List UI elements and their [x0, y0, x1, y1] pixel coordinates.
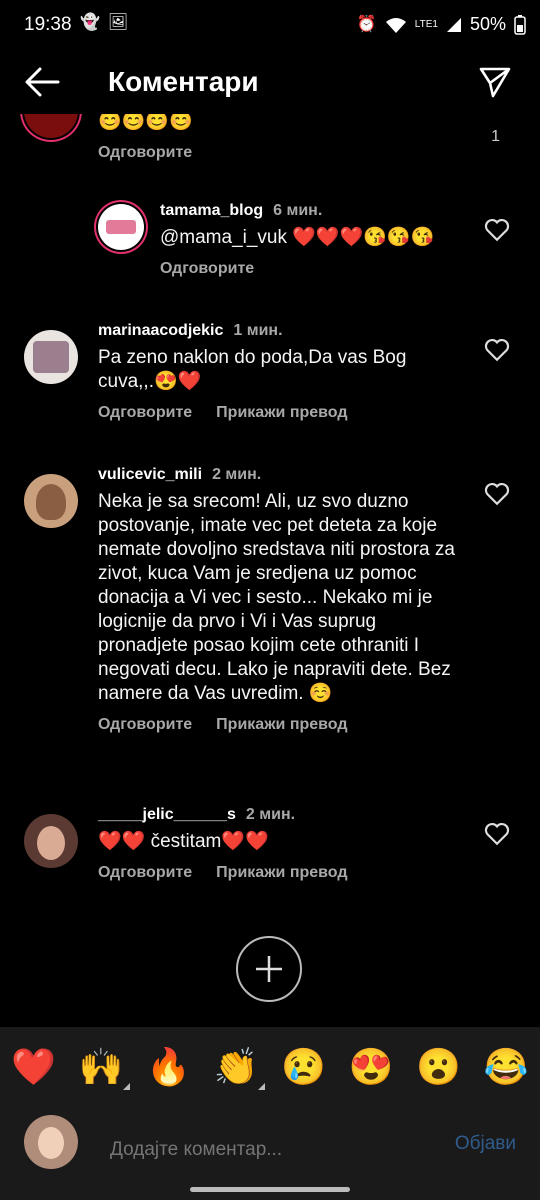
post-button[interactable]: Објави	[455, 1133, 516, 1155]
load-more-button[interactable]	[236, 936, 302, 1002]
user-avatar	[24, 1115, 78, 1169]
avatar[interactable]	[24, 474, 78, 528]
avatar[interactable]	[24, 330, 78, 384]
crown-logo-icon	[106, 220, 136, 234]
emoji-reaction-bar: ❤️ 🙌 🔥 👏 😢 😍 😮 😂	[0, 1027, 540, 1107]
comment-username[interactable]: vulicevic_mili	[98, 466, 202, 483]
network-label: LTE1	[414, 19, 438, 30]
gallery-icon: 🖼	[107, 14, 129, 31]
comment-time: 6 мин.	[273, 202, 323, 219]
translate-button[interactable]: Прикажи превод	[216, 864, 347, 882]
comments-list: 😊😊😊😊 Одговорите 1 tamama_blog 6 мин. @mam…	[0, 114, 540, 1024]
alarm-icon: ⏰	[356, 15, 377, 33]
wifi-icon	[385, 17, 406, 33]
emoji-heart-eyes-button[interactable]: 😍	[346, 1046, 396, 1088]
heart-icon[interactable]	[484, 338, 510, 362]
emoji-raised-hands-icon: 🙌	[78, 1046, 124, 1087]
reply-button[interactable]: Одговорите	[98, 404, 192, 422]
home-indicator	[190, 1187, 350, 1192]
heart-icon[interactable]	[484, 218, 510, 242]
emoji-clap-icon: 👏	[213, 1046, 259, 1087]
battery-percent: 50%	[469, 14, 506, 34]
comment-text: Neka je sa srecom! Ali, uz svo duzno pos…	[98, 491, 455, 704]
heart-icon[interactable]	[484, 822, 510, 846]
header: Коментари	[0, 50, 540, 114]
comment-text: @mama_i_vuk ❤️❤️❤️😘😘😘	[160, 227, 435, 248]
reply-button[interactable]: Одговорите	[98, 716, 192, 734]
emoji-fire-button[interactable]: 🔥	[144, 1046, 194, 1088]
emoji-surprised-button[interactable]: 😮	[414, 1046, 464, 1088]
comment-time: 2 мин.	[245, 806, 296, 823]
status-bar: 19:38 👻 🖼 ⏰ LTE1 50%	[0, 0, 540, 50]
battery-icon	[514, 14, 526, 35]
reply-button[interactable]: Одговорите	[98, 144, 192, 162]
emoji-clap-button[interactable]: 👏	[211, 1046, 266, 1090]
comment-composer: Објави	[0, 1107, 540, 1200]
page-title: Коментари	[108, 66, 259, 97]
back-arrow-icon[interactable]	[22, 64, 62, 100]
emoji-cry-button[interactable]: 😢	[279, 1046, 329, 1088]
reply-button[interactable]: Одговорите	[160, 260, 254, 278]
avatar[interactable]	[24, 114, 78, 138]
status-time: 19:38	[24, 14, 72, 35]
avatar[interactable]	[24, 814, 78, 868]
like-count: 1	[491, 128, 500, 145]
translate-button[interactable]: Прикажи превод	[216, 404, 347, 422]
avatar[interactable]	[98, 204, 144, 250]
plus-icon	[256, 956, 282, 982]
comment-username[interactable]: tamama_blog	[160, 202, 263, 219]
send-icon[interactable]	[478, 65, 512, 99]
emoji-heart-button[interactable]: ❤️	[9, 1046, 59, 1088]
snapchat-icon: 👻	[80, 14, 100, 31]
translate-button[interactable]: Прикажи превод	[216, 716, 347, 734]
comment-text: 😊😊😊😊	[98, 114, 193, 132]
comment-time: 2 мин.	[212, 466, 262, 483]
heart-icon[interactable]	[484, 482, 510, 506]
signal-icon	[446, 17, 461, 32]
emoji-laugh-button[interactable]: 😂	[481, 1046, 531, 1088]
comment-text: ❤️❤️ čestitam❤️❤️	[98, 831, 269, 852]
comment-text: Pa zeno naklon do poda,Da vas Bog cuva,,…	[98, 347, 407, 392]
comment-username[interactable]: _____jelic______s	[98, 806, 236, 823]
emoji-raised-hands-button[interactable]: 🙌	[76, 1046, 131, 1090]
comment-input[interactable]	[108, 1129, 432, 1171]
reply-button[interactable]: Одговорите	[98, 864, 192, 882]
comment-time: 1 мин.	[233, 322, 283, 339]
comment-username[interactable]: marinaacodjekic	[98, 322, 223, 339]
